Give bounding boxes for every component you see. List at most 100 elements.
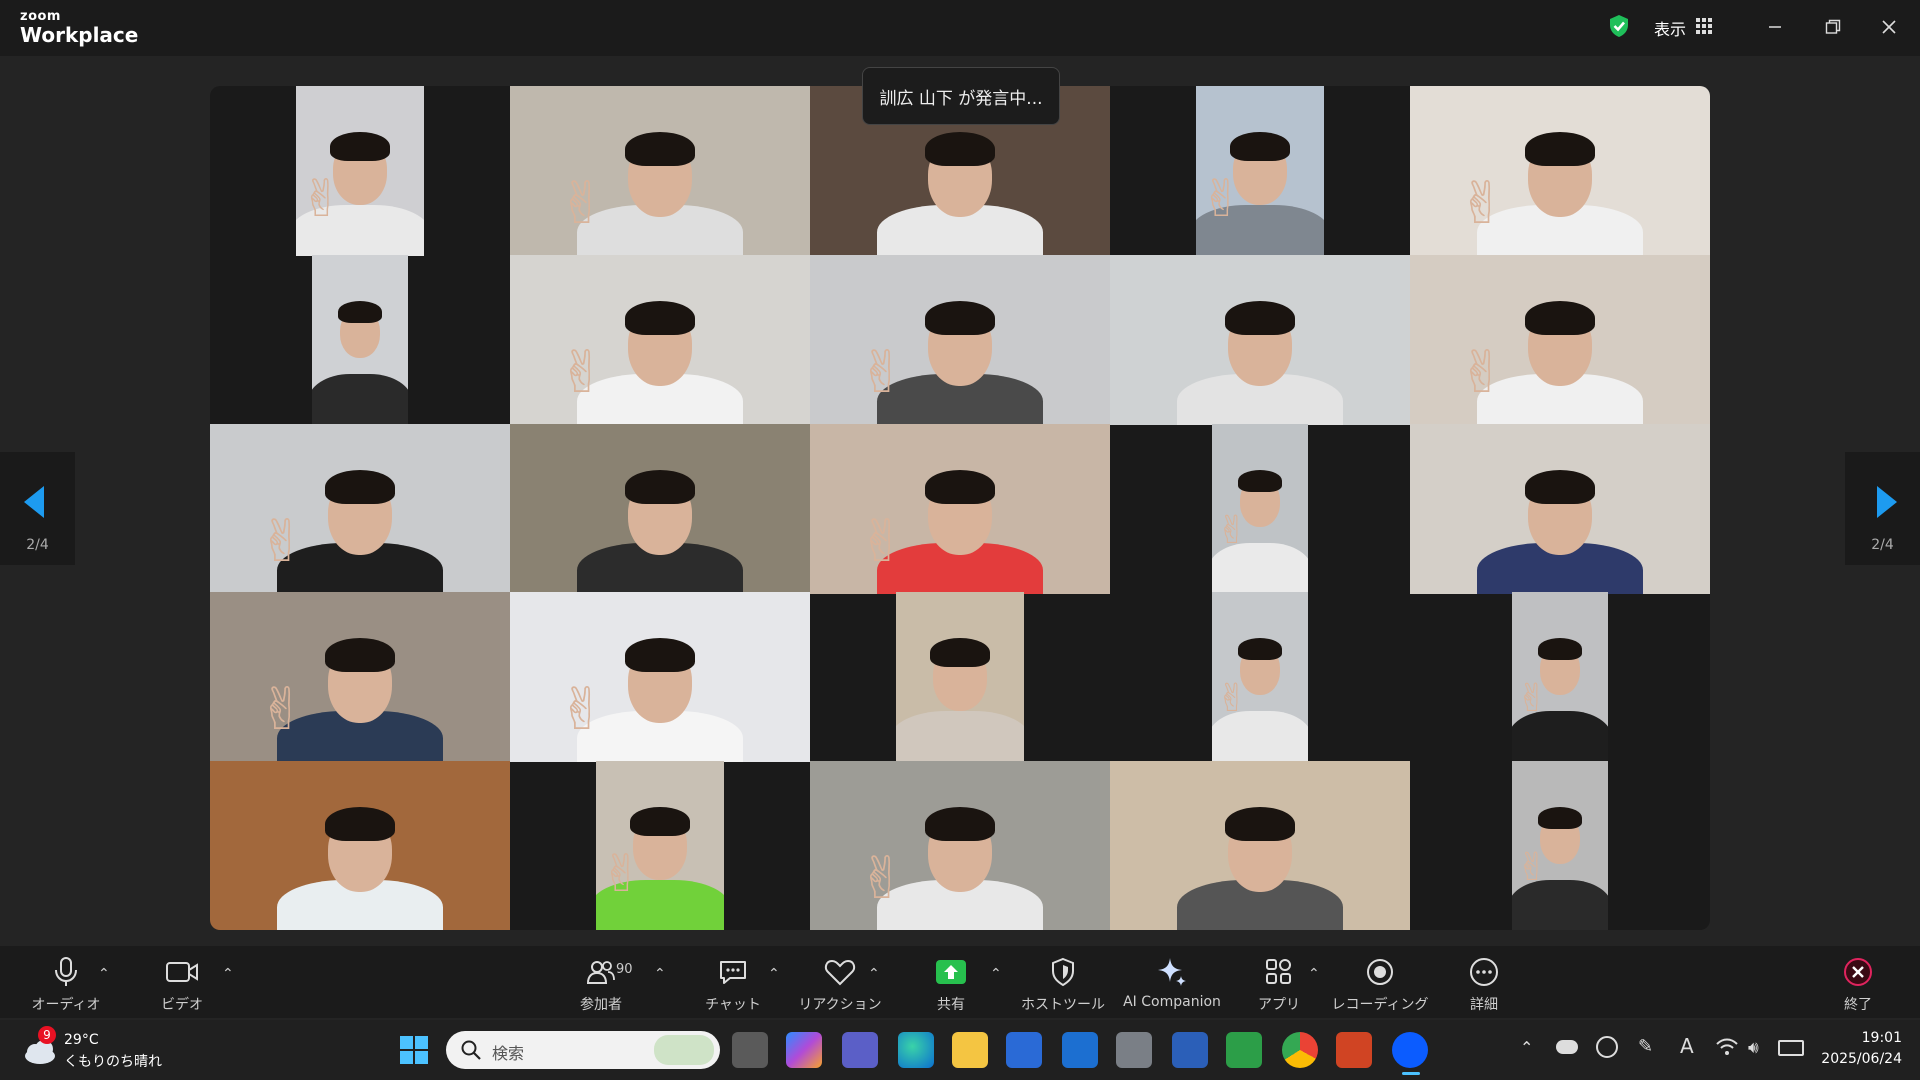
participant-video-tile[interactable]: ✌ [1212,592,1308,762]
participant-video-tile[interactable]: ✌ [596,761,724,930]
participant-video-tile[interactable]: ✌ [510,255,810,425]
participant-hair [1237,469,1283,492]
participant-video-tile[interactable] [896,592,1024,762]
ai-companion-button[interactable]: AI Companion [1122,946,1222,1018]
audio-label: オーディオ [31,997,101,1013]
participant-video-tile[interactable]: ✌ [1410,86,1710,256]
shield-icon [1050,952,1076,992]
zoom-logo: zoom Workplace [20,10,138,47]
more-label: 詳細 [1470,997,1498,1013]
security-shield-icon[interactable] [1608,14,1630,42]
participant-video-tile[interactable] [1410,424,1710,594]
participant-video-tile[interactable]: ✌ [810,424,1110,594]
settings-app-icon[interactable] [1116,1032,1152,1068]
participant-video-tile[interactable]: ✌ [1410,255,1710,425]
battery-icon[interactable] [1778,1040,1804,1056]
peace-sign-hand: ✌ [257,507,307,576]
ime-indicator-icon[interactable]: A [1680,1034,1694,1058]
participant-video-tile[interactable]: ✌ [810,255,1110,425]
share-button[interactable]: 共有 [918,946,984,1018]
participants-options-chevron-icon[interactable]: ⌃ [654,966,666,982]
audio-options-chevron-icon[interactable]: ⌃ [98,966,110,982]
participant-hair [624,300,696,336]
participant-video-tile[interactable]: ✌ [1512,761,1608,930]
peace-sign-hand: ✌ [1457,338,1507,407]
share-label: 共有 [937,997,965,1013]
participant-body [312,374,408,425]
audio-button[interactable]: オーディオ [31,946,101,1018]
edge-icon[interactable] [898,1032,934,1068]
participant-video-tile[interactable]: ✌ [810,761,1110,930]
zoom-app-icon[interactable] [1392,1032,1428,1068]
view-label: 表示 [1654,20,1687,39]
task-view-icon[interactable] [732,1032,768,1068]
participant-hair [624,469,696,505]
apps-button[interactable]: アプリ [1246,946,1312,1018]
meeting-toolbar: オーディオ ⌃ ビデオ ⌃ 参加者 90 ⌃ チャット ⌃ リアクション ⌃ 共… [0,946,1920,1018]
taskbar-search[interactable]: 検索 [446,1031,720,1069]
peace-sign-hand: ✌ [1216,676,1249,722]
host-tools-button[interactable]: ホストツール [1020,946,1106,1018]
chat-button[interactable]: チャット [700,946,766,1018]
participant-video-tile[interactable] [210,761,510,930]
clock-time: 19:01 [1861,1030,1902,1046]
video-options-chevron-icon[interactable]: ⌃ [222,966,234,982]
participants-label: 参加者 [580,997,622,1013]
onedrive-icon[interactable] [1556,1040,1578,1054]
reaction-button[interactable]: リアクション [798,946,882,1018]
participant-video-tile[interactable]: ✌ [210,592,510,762]
participant-video-tile[interactable]: ✌ [1196,86,1324,256]
participant-hair [337,300,383,323]
restore-icon[interactable] [1818,14,1848,40]
reaction-options-chevron-icon[interactable]: ⌃ [868,966,880,982]
participant-hair [630,806,690,836]
volume-icon[interactable]: 🔊︎ [1748,1038,1759,1058]
microsoft-store-icon[interactable] [1006,1032,1042,1068]
wifi-icon[interactable] [1716,1038,1738,1056]
weather-icon[interactable]: 9 [20,1026,60,1068]
peace-sign-hand: ✌ [857,844,907,913]
tray-chevron-icon[interactable]: ⌃ [1520,1038,1533,1057]
video-button[interactable]: ビデオ [150,946,214,1018]
participant-video-tile[interactable]: ✌ [1512,592,1608,762]
file-explorer-icon[interactable] [952,1032,988,1068]
chrome-icon[interactable] [1282,1032,1318,1068]
powerpoint-icon[interactable] [1336,1032,1372,1068]
weather-badge: 9 [38,1026,56,1044]
participant-video-tile[interactable]: ✌ [510,592,810,762]
next-page-button[interactable]: 2/4 [1845,452,1920,565]
outlook-icon[interactable] [1062,1032,1098,1068]
participant-video-tile[interactable] [1110,255,1410,425]
zoom-active-indicator [1402,1072,1420,1075]
participant-hair [924,806,996,842]
teams-icon[interactable] [842,1032,878,1068]
participant-video-tile[interactable] [510,424,810,594]
windows-start-icon[interactable] [396,1032,432,1068]
participant-video-tile[interactable] [1110,761,1410,930]
participant-video-tile[interactable]: ✌ [296,86,424,256]
participant-video-tile[interactable]: ✌ [210,424,510,594]
participant-video-tile[interactable]: ✌ [1212,424,1308,594]
participant-video-tile[interactable] [312,255,408,425]
participant-hair [1537,806,1583,829]
sync-icon[interactable] [1596,1036,1618,1058]
end-meeting-button[interactable]: 終了 [1826,946,1890,1018]
recording-button[interactable]: レコーディング [1331,946,1429,1018]
copilot-icon[interactable] [786,1032,822,1068]
close-icon[interactable] [1874,14,1904,40]
participants-button[interactable]: 参加者 [566,946,636,1018]
participant-video-tile[interactable]: ✌ [510,86,810,256]
pen-icon[interactable]: ✎ [1638,1036,1653,1057]
apps-options-chevron-icon[interactable]: ⌃ [1308,966,1320,982]
minimize-icon[interactable] [1760,14,1790,40]
sticky-app-icon[interactable] [1172,1032,1208,1068]
chat-options-chevron-icon[interactable]: ⌃ [768,966,780,982]
peace-sign-hand: ✌ [1516,845,1549,891]
prev-page-button[interactable]: 2/4 [0,452,75,565]
more-icon [1469,952,1499,992]
peace-sign-hand: ✌ [1457,169,1507,238]
share-options-chevron-icon[interactable]: ⌃ [990,966,1002,982]
view-button[interactable]: 表示 [1604,12,1733,44]
line-chat-icon[interactable] [1226,1032,1262,1068]
more-button[interactable]: 詳細 [1452,946,1516,1018]
